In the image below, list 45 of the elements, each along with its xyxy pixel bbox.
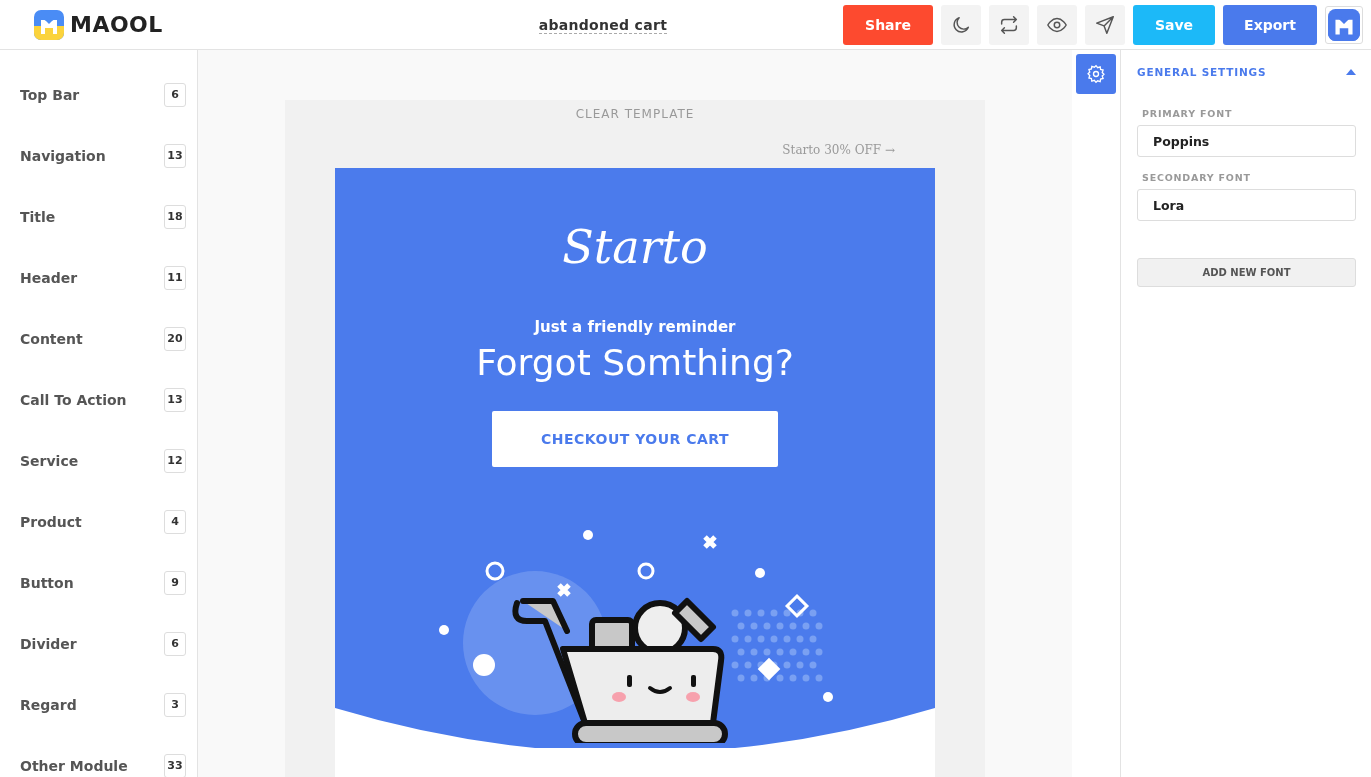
sidebar-item[interactable]: Header 11 <box>0 247 197 308</box>
sidebar-item[interactable]: Product 4 <box>0 491 197 552</box>
field-label: PRIMARY FONT <box>1142 108 1234 119</box>
font-field[interactable]: Lora <box>1137 189 1356 221</box>
sidebar-item[interactable]: Divider 6 <box>0 613 197 674</box>
moon-icon[interactable] <box>941 4 981 45</box>
count-badge: 13 <box>164 143 186 168</box>
logo-icon <box>34 9 64 40</box>
eye-icon[interactable] <box>1037 4 1077 45</box>
logo-text: MAOOL <box>70 12 163 37</box>
count-badge: 6 <box>164 82 186 107</box>
repeat-icon[interactable] <box>989 4 1029 45</box>
sidebar-item[interactable]: Regard 3 <box>0 674 197 735</box>
count-badge: 33 <box>164 753 186 777</box>
count-badge: 12 <box>164 448 186 473</box>
sidebar-item[interactable]: Content 20 <box>0 308 197 369</box>
sidebar-item[interactable]: Service 12 <box>0 430 197 491</box>
count-badge: 18 <box>164 204 186 229</box>
add-font-button[interactable]: ADD NEW FONT <box>1137 258 1356 287</box>
avatar[interactable] <box>1325 5 1363 44</box>
count-badge: 13 <box>164 387 186 412</box>
checkout-button[interactable]: CHECKOUT YOUR CART <box>492 411 778 467</box>
sidebar-item[interactable]: Top Bar 6 <box>0 64 197 125</box>
brand-logo: Starto <box>562 220 708 274</box>
avatar-logo-icon <box>1328 8 1360 41</box>
count-badge: 11 <box>164 265 186 290</box>
count-badge: 9 <box>164 570 186 595</box>
sidebar-item[interactable]: Button 9 <box>0 552 197 613</box>
document-title[interactable]: abandoned cart <box>538 17 668 34</box>
send-icon[interactable] <box>1085 4 1125 45</box>
count-badge: 4 <box>164 509 186 534</box>
sidebar-item[interactable]: Navigation 13 <box>0 125 197 186</box>
count-badge: 6 <box>164 631 186 656</box>
count-badge: 20 <box>164 326 186 351</box>
export-button[interactable]: Export <box>1223 4 1317 45</box>
subtitle: Just a friendly reminder <box>534 318 736 336</box>
sidebar-item[interactable]: Other Module 33 <box>0 735 197 777</box>
field-label: SECONDARY FONT <box>1142 172 1252 183</box>
settings-icon[interactable] <box>1076 54 1116 94</box>
count-badge: 3 <box>164 692 186 717</box>
sidebar-item[interactable]: Title 18 <box>0 186 197 247</box>
headline: Forgot Somthing? <box>476 342 794 383</box>
section-header[interactable]: GENERAL SETTINGS <box>1137 51 1356 93</box>
font-field[interactable]: Poppins <box>1137 125 1356 157</box>
sidebar-item[interactable]: Call To Action 13 <box>0 369 197 430</box>
